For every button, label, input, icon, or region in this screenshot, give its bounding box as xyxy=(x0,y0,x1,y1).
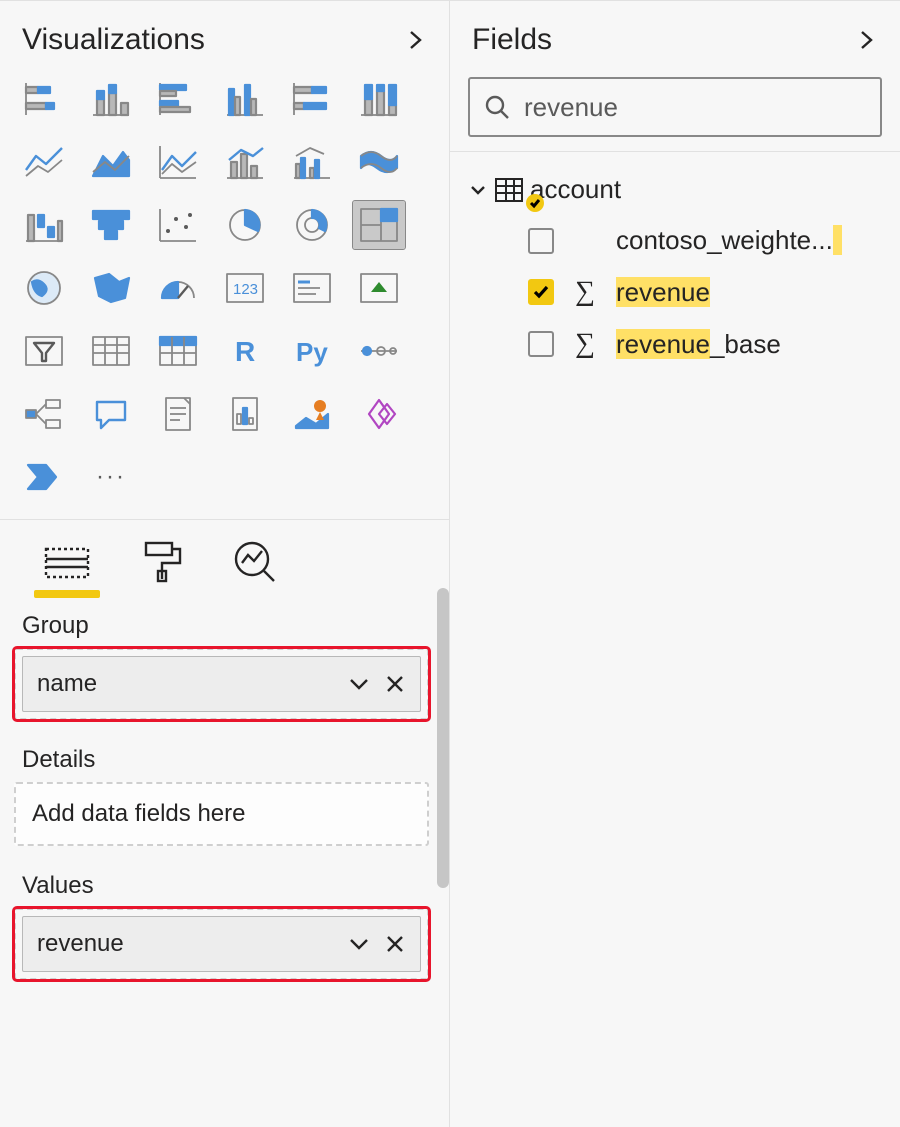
field-chip-values[interactable]: revenue xyxy=(22,916,421,972)
table-icon xyxy=(494,177,524,203)
well-label-details: Details xyxy=(22,746,441,774)
viz-filled-map-icon[interactable] xyxy=(85,264,137,312)
viz-more-icon[interactable]: ··· xyxy=(85,453,137,501)
tab-format[interactable] xyxy=(134,534,188,588)
viz-100-stacked-bar-icon[interactable] xyxy=(286,75,338,123)
chevron-down-icon[interactable] xyxy=(348,933,370,955)
viz-clustered-bar-icon[interactable] xyxy=(152,75,204,123)
viz-donut-icon[interactable] xyxy=(286,201,338,249)
viz-stacked-area-icon[interactable] xyxy=(152,138,204,186)
viz-line-icon[interactable] xyxy=(18,138,70,186)
build-icon xyxy=(42,539,92,583)
svg-text:R: R xyxy=(235,336,255,367)
viz-stacked-bar-icon[interactable] xyxy=(18,75,70,123)
tab-analytics[interactable] xyxy=(228,534,282,588)
viz-automate-icon[interactable] xyxy=(18,453,70,501)
close-icon[interactable] xyxy=(384,933,406,955)
viz-stacked-column-icon[interactable] xyxy=(85,75,137,123)
fields-pane: Fields account contoso_weighte... ∑ reve… xyxy=(450,0,900,1127)
viz-waterfall-icon[interactable] xyxy=(18,201,70,249)
paint-roller-icon xyxy=(136,539,186,583)
viz-r-icon[interactable]: R xyxy=(219,327,271,375)
svg-text:Py: Py xyxy=(296,337,328,367)
field-name: contoso_weighte... xyxy=(616,225,842,256)
search-input[interactable] xyxy=(524,92,866,123)
search-box[interactable] xyxy=(468,77,882,137)
viz-matrix-icon[interactable] xyxy=(152,327,204,375)
viz-line-clustered-column-icon[interactable] xyxy=(286,138,338,186)
visualizations-pane: Visualizations 123 R xyxy=(0,0,450,1127)
table-node-account[interactable]: account xyxy=(468,174,888,205)
checkbox-checked[interactable] xyxy=(528,279,554,305)
viz-treemap-icon[interactable] xyxy=(353,201,405,249)
viz-gauge-icon[interactable] xyxy=(152,264,204,312)
fields-tree: account contoso_weighte... ∑ revenue ∑ r… xyxy=(450,151,900,370)
viz-narrative-icon[interactable] xyxy=(152,390,204,438)
well-label-values: Values xyxy=(22,872,441,900)
close-icon[interactable] xyxy=(384,673,406,695)
checkbox[interactable] xyxy=(528,228,554,254)
field-name: revenue xyxy=(616,277,710,308)
viz-paginated-icon[interactable] xyxy=(219,390,271,438)
viz-line-stacked-column-icon[interactable] xyxy=(219,138,271,186)
viz-clustered-column-icon[interactable] xyxy=(219,75,271,123)
tab-fields[interactable] xyxy=(40,534,94,588)
field-row-revenue[interactable]: ∑ revenue xyxy=(468,266,888,318)
sigma-icon: ∑ xyxy=(572,328,598,360)
viz-map-icon[interactable] xyxy=(18,264,70,312)
viz-scatter-icon[interactable] xyxy=(152,201,204,249)
chevron-right-icon[interactable] xyxy=(856,29,878,51)
viz-gallery: 123 R Py ··· xyxy=(0,75,449,519)
field-chip-group[interactable]: name xyxy=(22,656,421,712)
viz-multirow-card-icon[interactable] xyxy=(286,264,338,312)
field-chip-label: revenue xyxy=(37,930,124,958)
scrollbar-thumb[interactable] xyxy=(437,588,449,888)
viz-card-icon[interactable]: 123 xyxy=(219,264,271,312)
field-wells: Group name Details Add data fields here … xyxy=(0,588,449,1006)
viz-table-icon[interactable] xyxy=(85,327,137,375)
viz-pie-icon[interactable] xyxy=(219,201,271,249)
field-row-contoso[interactable]: contoso_weighte... xyxy=(468,215,888,266)
viz-slicer-icon[interactable] xyxy=(18,327,70,375)
viz-ribbon-icon[interactable] xyxy=(353,138,405,186)
viz-funnel-icon[interactable] xyxy=(85,201,137,249)
viz-arcgis-icon[interactable] xyxy=(286,390,338,438)
viz-tabs xyxy=(0,519,449,588)
well-details[interactable]: Add data fields here xyxy=(14,782,429,846)
field-chip-label: name xyxy=(37,670,97,698)
chevron-right-icon[interactable] xyxy=(405,29,427,51)
fields-title: Fields xyxy=(472,23,552,57)
viz-area-icon[interactable] xyxy=(85,138,137,186)
viz-100-stacked-column-icon[interactable] xyxy=(353,75,405,123)
search-icon xyxy=(484,94,510,120)
chevron-down-icon xyxy=(468,180,488,200)
fields-header: Fields xyxy=(450,1,900,75)
viz-kpi-icon[interactable] xyxy=(353,264,405,312)
viz-powerapps-icon[interactable] xyxy=(353,390,405,438)
viz-decomposition-icon[interactable] xyxy=(18,390,70,438)
viz-qa-icon[interactable] xyxy=(85,390,137,438)
viz-title: Visualizations xyxy=(22,23,205,57)
check-badge-icon xyxy=(526,194,544,212)
field-row-revenue-base[interactable]: ∑ revenue_base xyxy=(468,318,888,370)
magnify-chart-icon xyxy=(230,539,280,583)
well-details-placeholder: Add data fields here xyxy=(22,790,421,838)
viz-python-icon[interactable]: Py xyxy=(286,327,338,375)
viz-key-influencers-icon[interactable] xyxy=(353,327,405,375)
well-group[interactable]: name xyxy=(14,648,429,720)
svg-text:123: 123 xyxy=(233,281,258,298)
field-name: revenue_base xyxy=(616,329,781,360)
sigma-icon: ∑ xyxy=(572,276,598,308)
checkbox[interactable] xyxy=(528,331,554,357)
well-values[interactable]: revenue xyxy=(14,908,429,980)
chevron-down-icon[interactable] xyxy=(348,673,370,695)
well-label-group: Group xyxy=(22,612,441,640)
viz-header: Visualizations xyxy=(0,1,449,75)
